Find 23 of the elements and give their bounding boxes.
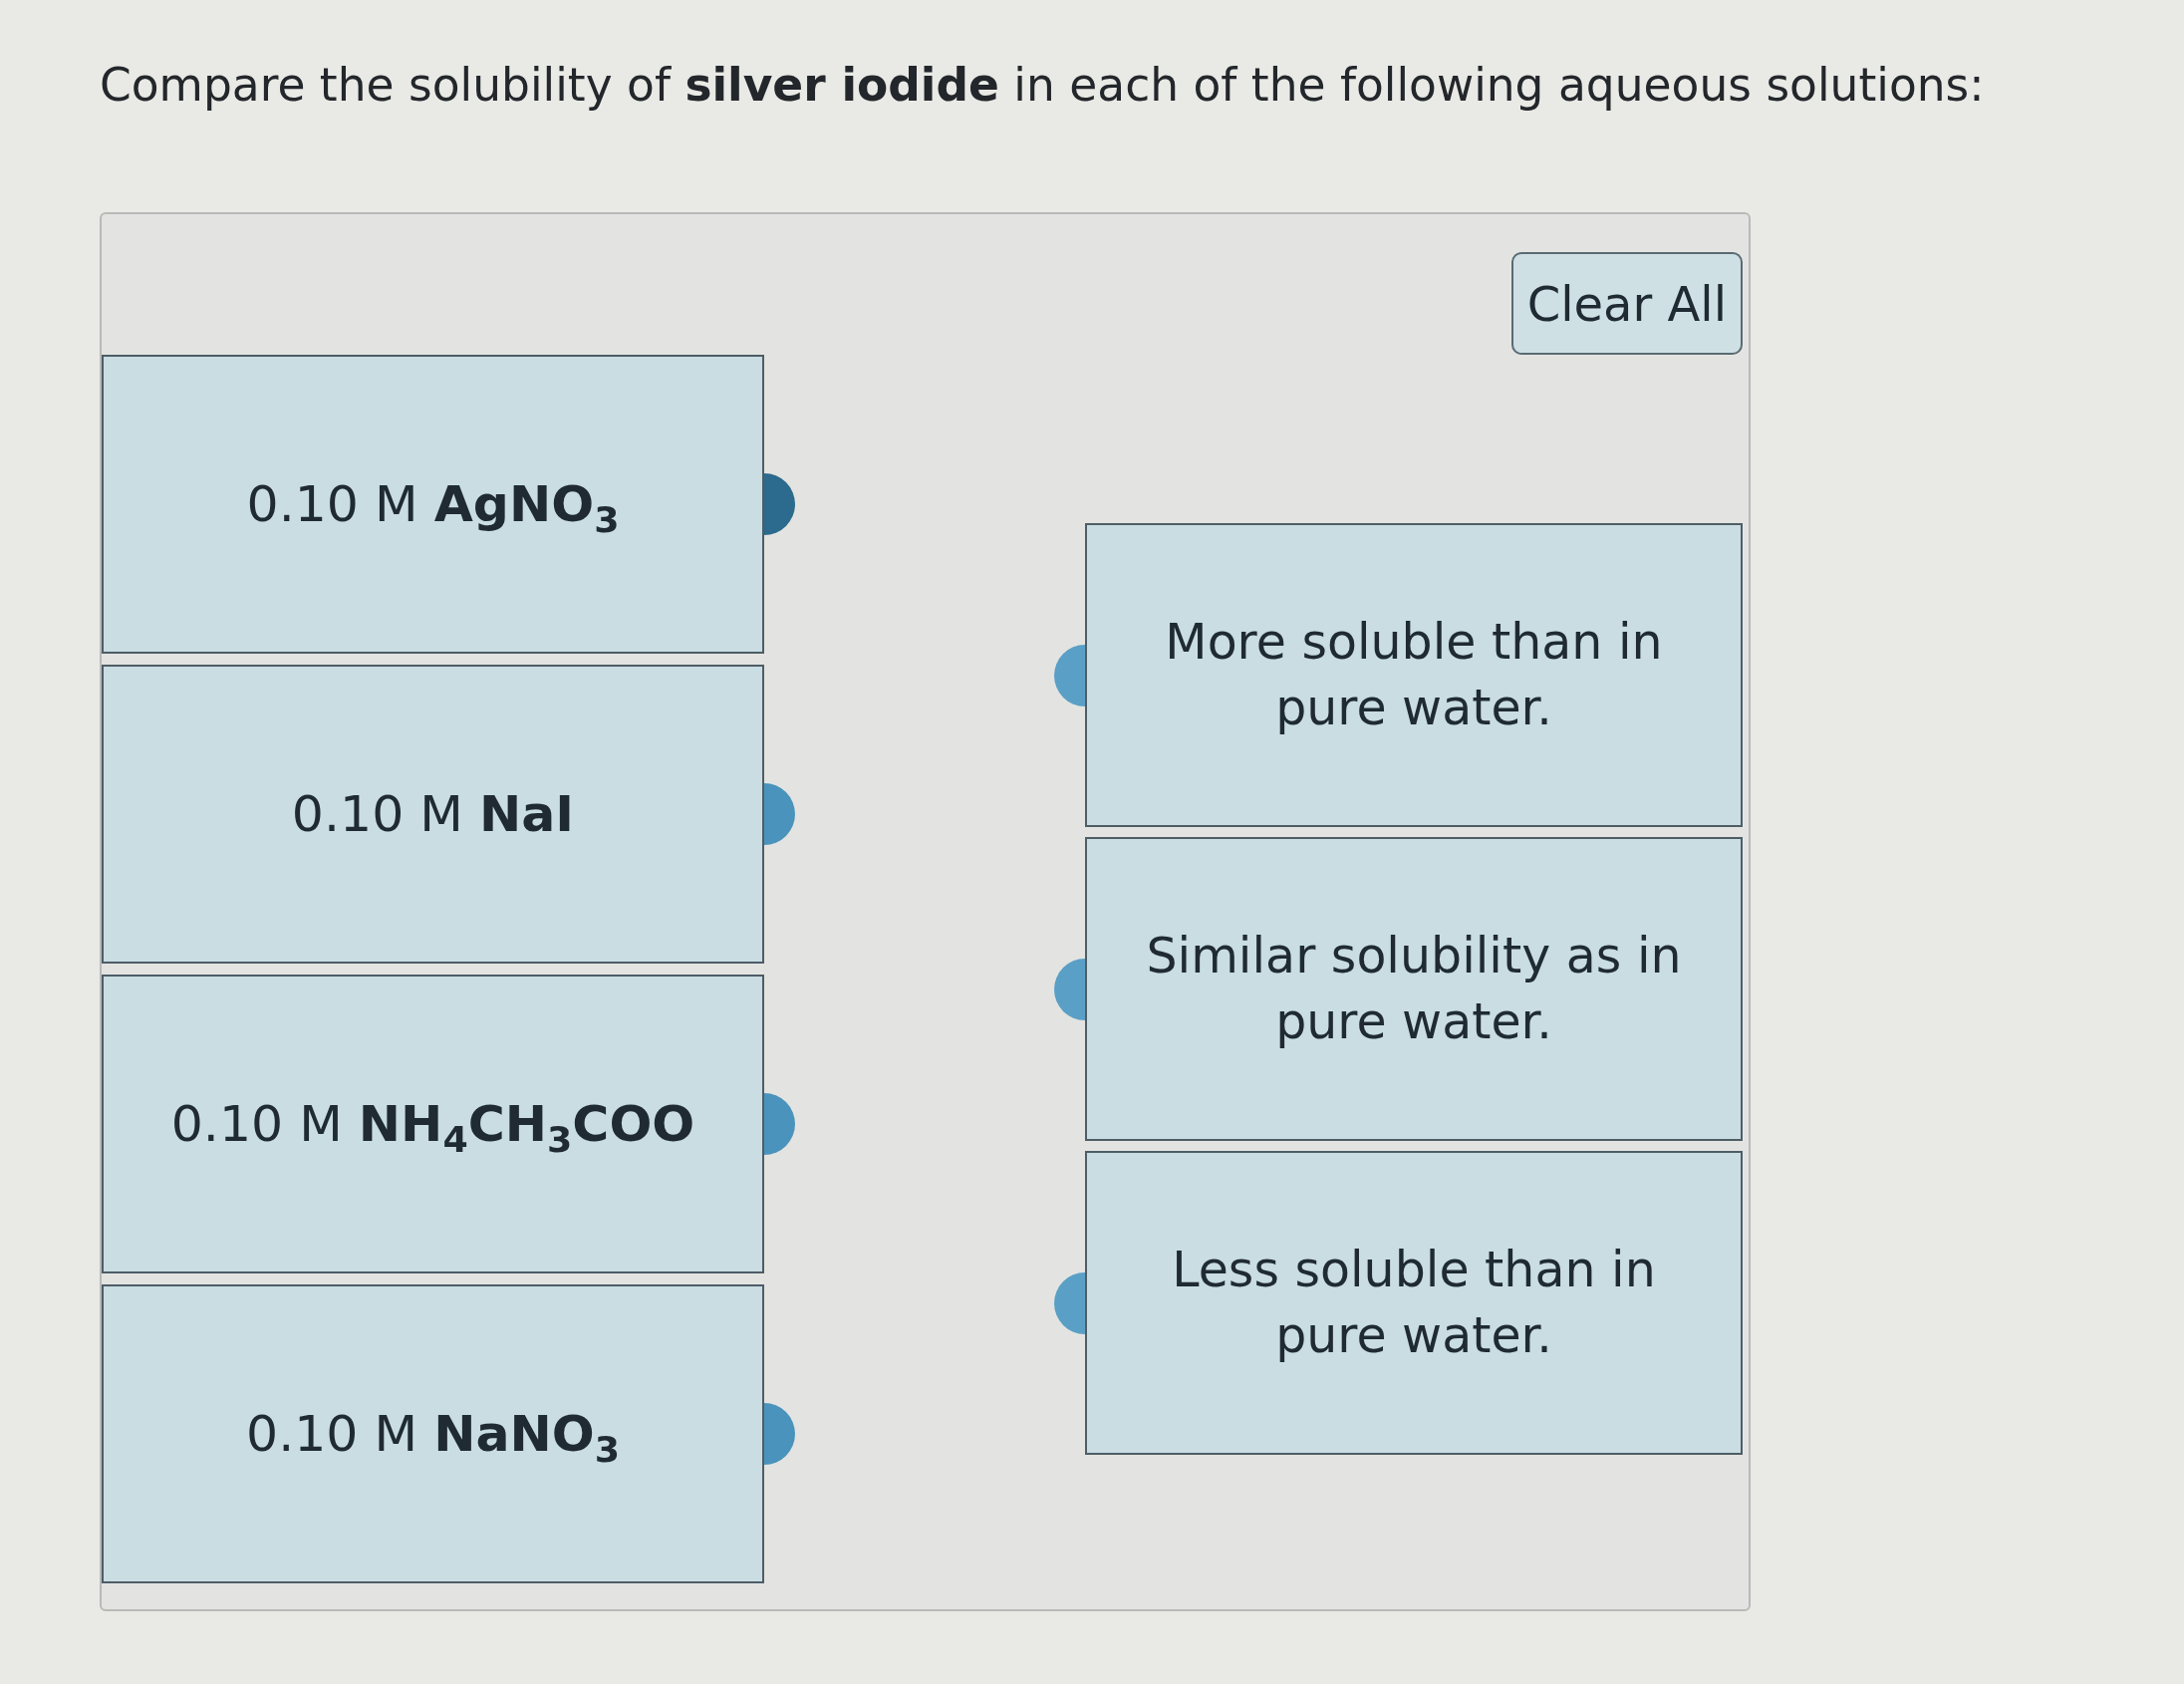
solution-card[interactable]: 0.10 M NH$_{4}$CH$_{3}$COO bbox=[102, 975, 764, 1273]
solution-card[interactable]: 0.10 M NaNO$_{3}$ bbox=[102, 1284, 764, 1583]
connector-handle-icon[interactable] bbox=[1054, 958, 1085, 1020]
solution-label: 0.10 M NaNO$_{3}$ bbox=[246, 1403, 620, 1467]
solution-label: 0.10 M AgNO$_{3}$ bbox=[246, 473, 620, 537]
category-card[interactable]: More soluble than in pure water. bbox=[1085, 523, 1743, 827]
clear-all-button[interactable]: Clear All bbox=[1510, 252, 1743, 355]
solution-label: 0.10 M NH$_{4}$CH$_{3}$COO bbox=[170, 1093, 695, 1157]
connector-handle-icon[interactable] bbox=[764, 473, 795, 535]
category-card[interactable]: Similar solubility as in pure water. bbox=[1085, 837, 1743, 1141]
category-card[interactable]: Less soluble than in pure water. bbox=[1085, 1151, 1743, 1455]
connector-handle-icon[interactable] bbox=[764, 1093, 795, 1155]
connector-handle-icon[interactable] bbox=[1054, 644, 1085, 706]
solution-card[interactable]: 0.10 M NaI bbox=[102, 665, 764, 964]
question-text: Compare the solubility of silver iodide in each of the following aqueous solutions: bbox=[100, 58, 1985, 114]
connector-handle-icon[interactable] bbox=[764, 783, 795, 845]
connector-handle-icon[interactable] bbox=[764, 1403, 795, 1465]
category-label: Similar solubility as in pure water. bbox=[1145, 926, 1683, 1052]
solution-card[interactable]: 0.10 M AgNO$_{3}$ bbox=[102, 355, 764, 654]
solution-label: 0.10 M NaI bbox=[291, 783, 575, 845]
connector-handle-icon[interactable] bbox=[1054, 1271, 1085, 1334]
category-label: Less soluble than in pure water. bbox=[1171, 1240, 1657, 1366]
category-label: More soluble than in pure water. bbox=[1164, 612, 1664, 738]
